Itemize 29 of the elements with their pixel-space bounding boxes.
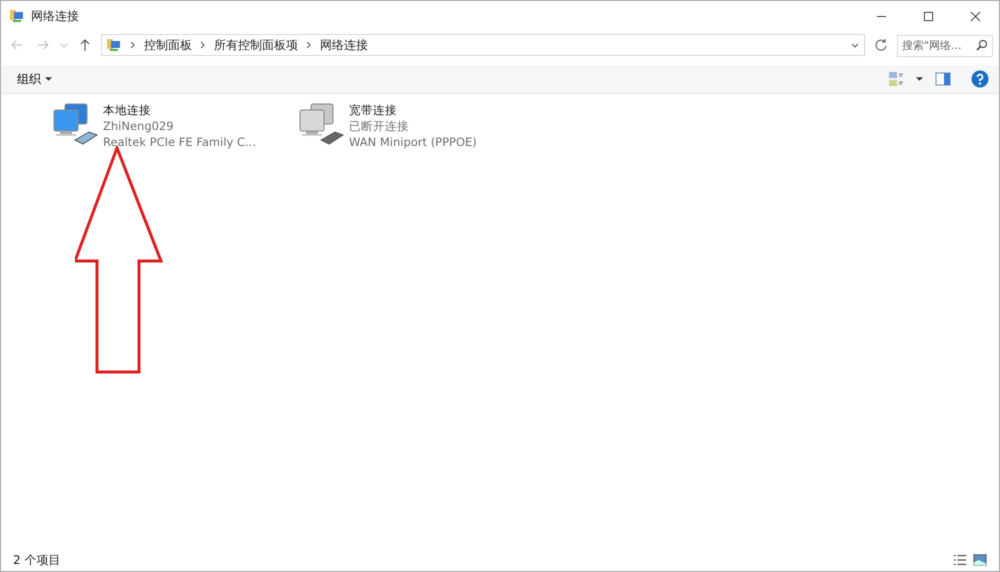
network-folder-icon [9,8,25,24]
search-field[interactable]: 搜索"网络... [897,34,993,56]
breadcrumb[interactable]: 网络连接 [320,36,368,54]
adapter-name: WAN Miniport (PPPOE) [349,134,477,150]
details-view-icon[interactable] [953,553,967,567]
network-folder-icon [106,37,122,53]
window-title: 网络连接 [31,8,79,24]
connected-computers-icon[interactable] [51,102,99,146]
connection-name: 宽带连接 [349,102,398,118]
connection-name: 本地连接 [103,102,152,118]
chevron-icon [306,41,312,49]
view-options-icon[interactable] [888,71,904,87]
breadcrumb[interactable]: 控制面板 [144,36,192,54]
large-icons-view-icon[interactable] [973,553,987,567]
address-bar[interactable]: 控制面板 所有控制面板项 网络连接 [101,34,865,56]
caret-icon[interactable] [916,77,923,81]
search-icon [976,39,988,51]
chevron-icon [130,41,136,49]
help-icon[interactable] [971,70,989,88]
disconnected-computers-icon[interactable] [297,102,345,146]
connection-status: 已断开连接 [349,118,410,134]
breadcrumb[interactable]: 所有控制面板项 [214,36,298,54]
preview-pane-icon[interactable] [935,71,951,87]
organize-button[interactable]: 组织 [13,68,56,90]
connection-status: ZhiNeng029 [103,118,175,134]
caret-icon [45,77,52,81]
item-count: 2 个项目 [13,552,60,568]
adapter-name: Realtek PCIe FE Family C... [103,134,256,150]
chevron-icon [200,41,206,49]
